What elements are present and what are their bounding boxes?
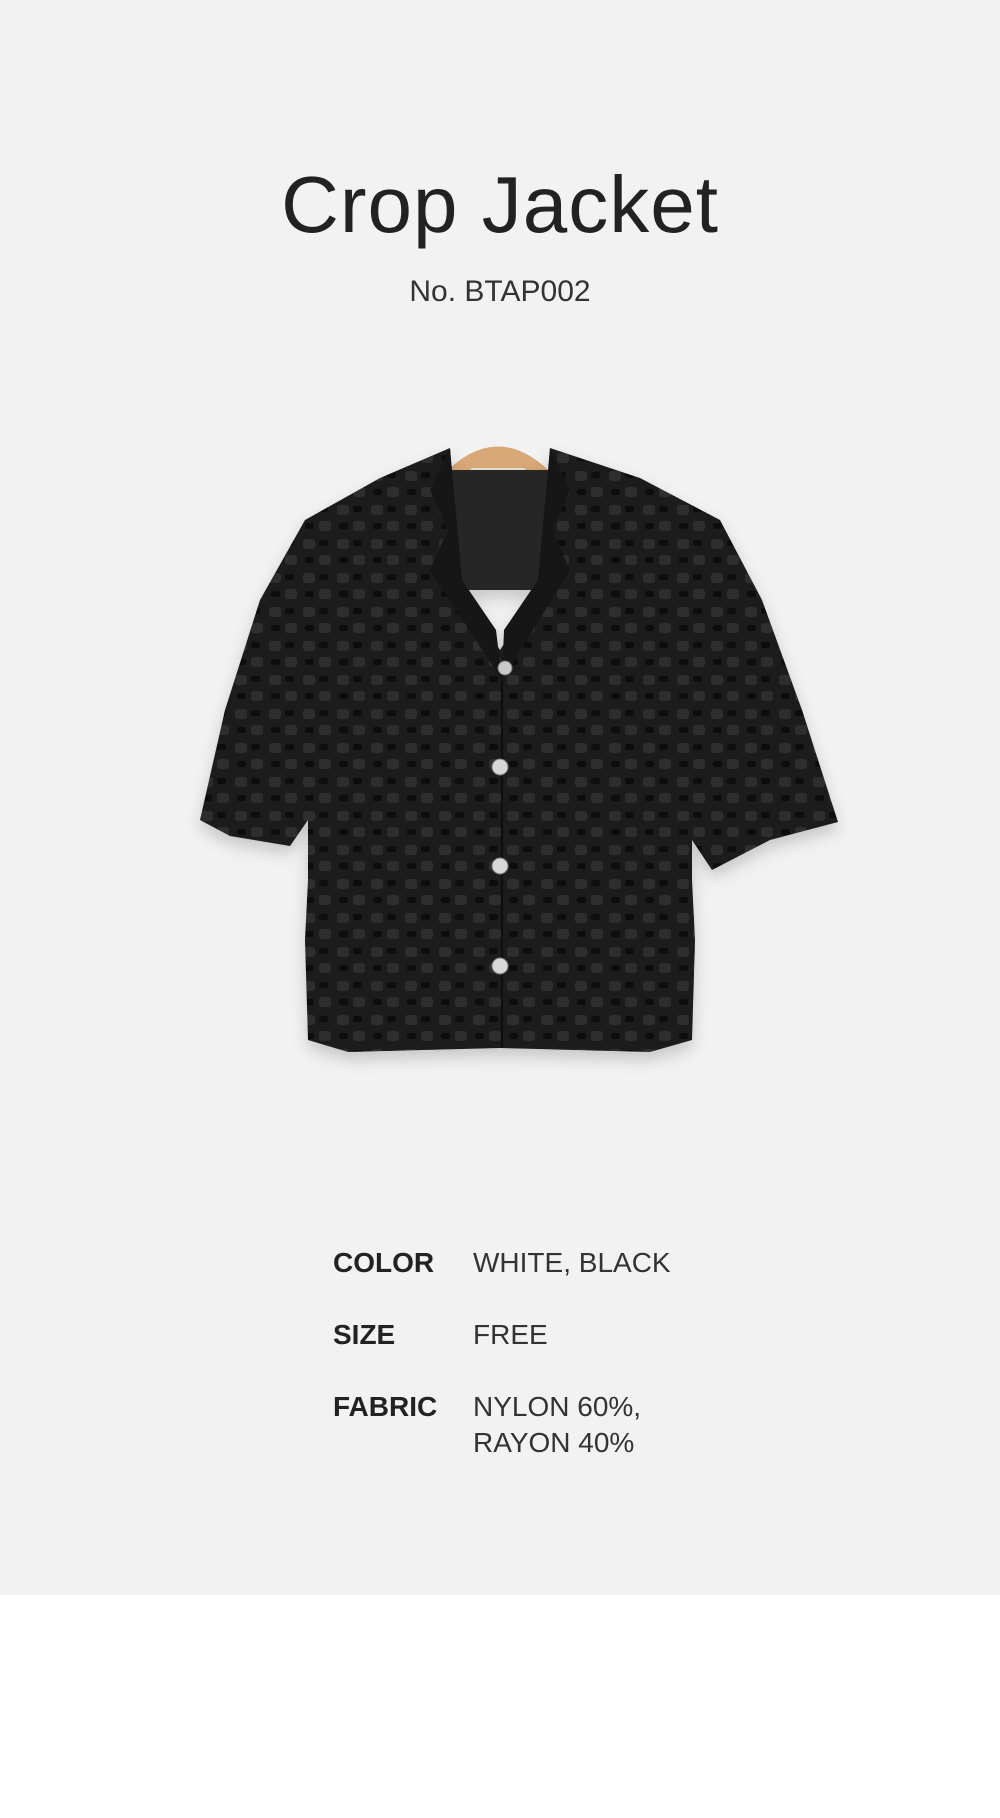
spec-row-fabric: FABRIC NYLON 60%, RAYON 40% — [333, 1389, 753, 1461]
product-code: No. BTAP002 — [409, 275, 591, 308]
spec-value: NYLON 60%, RAYON 40% — [473, 1389, 641, 1461]
jacket — [200, 448, 838, 1052]
product-panel: Crop Jacket No. BTAP002 COLOR WHITE, BLA… — [0, 0, 1000, 1595]
spec-table: COLOR WHITE, BLACK SIZE FREE FABRIC NYLO… — [333, 1245, 753, 1497]
jacket-illustration — [200, 446, 838, 1052]
spec-value-line: WHITE, BLACK — [473, 1247, 671, 1278]
product-title: Crop Jacket — [281, 160, 719, 249]
spec-value-line: NYLON 60%, — [473, 1391, 642, 1422]
spec-value-line: FREE — [473, 1319, 548, 1350]
product-detail-page: Crop Jacket No. BTAP002 COLOR WHITE, BLA… — [0, 0, 1000, 1818]
spec-row-size: SIZE FREE — [333, 1317, 753, 1353]
product-image — [130, 400, 870, 1110]
spec-value: FREE — [473, 1317, 548, 1353]
spec-label: FABRIC — [333, 1391, 438, 1422]
spec-value: WHITE, BLACK — [473, 1245, 671, 1281]
spec-row-color: COLOR WHITE, BLACK — [333, 1245, 753, 1281]
spec-label: COLOR — [333, 1247, 435, 1278]
spec-label: SIZE — [333, 1319, 396, 1350]
spec-value-line: RAYON 40% — [473, 1427, 635, 1458]
